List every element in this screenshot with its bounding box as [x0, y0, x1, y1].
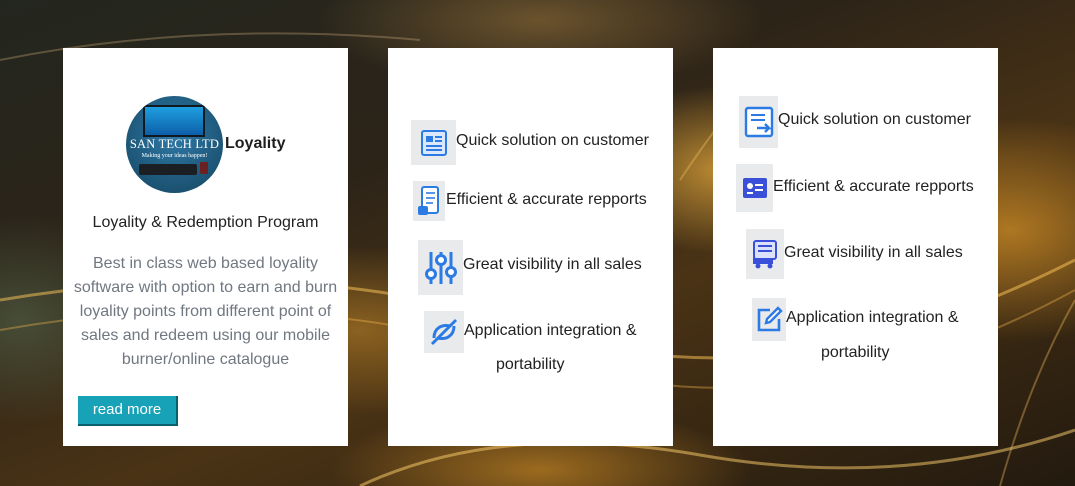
feature-label: Efficient & accurate repports	[446, 191, 647, 208]
card-description: Best in class web based loyality softwar…	[73, 255, 338, 368]
id-card-icon	[736, 164, 773, 212]
feature-label-continued: portability	[496, 356, 565, 373]
read-more-button[interactable]: read more	[78, 396, 178, 426]
card-title: Loyality	[225, 135, 286, 152]
document-arrow-icon	[739, 96, 778, 148]
feature-label: Great visibility in all sales	[784, 244, 963, 261]
report-scroll-icon	[413, 181, 445, 221]
document-list-icon	[411, 120, 456, 165]
edit-icon	[752, 298, 786, 341]
sliders-icon	[418, 240, 463, 295]
feature-label: Application integration &	[786, 309, 959, 326]
delivery-truck-icon	[746, 229, 784, 279]
feature-label: Application integration &	[464, 322, 637, 339]
card-subtitle: Loyality & Redemption Program	[92, 214, 319, 231]
features-card-right: Quick solution on customer Efficient & a…	[713, 48, 998, 446]
logo-tagline: Making your ideas happen!	[141, 153, 208, 159]
san-tech-logo: SAN TECH LTD Making your ideas happen!	[126, 96, 223, 193]
feature-label: Efficient & accurate repports	[773, 178, 974, 195]
feature-label: Quick solution on customer	[778, 111, 971, 128]
integration-icon	[424, 311, 464, 353]
feature-label: Great visibility in all sales	[463, 256, 642, 273]
logo-brand-text: SAN TECH LTD	[129, 137, 220, 151]
feature-label-continued: portability	[821, 344, 890, 361]
feature-label: Quick solution on customer	[456, 132, 649, 149]
features-card-middle: Quick solution on customer Efficient & a…	[388, 48, 673, 446]
loyalty-card: SAN TECH LTD Making your ideas happen! L…	[63, 48, 348, 446]
